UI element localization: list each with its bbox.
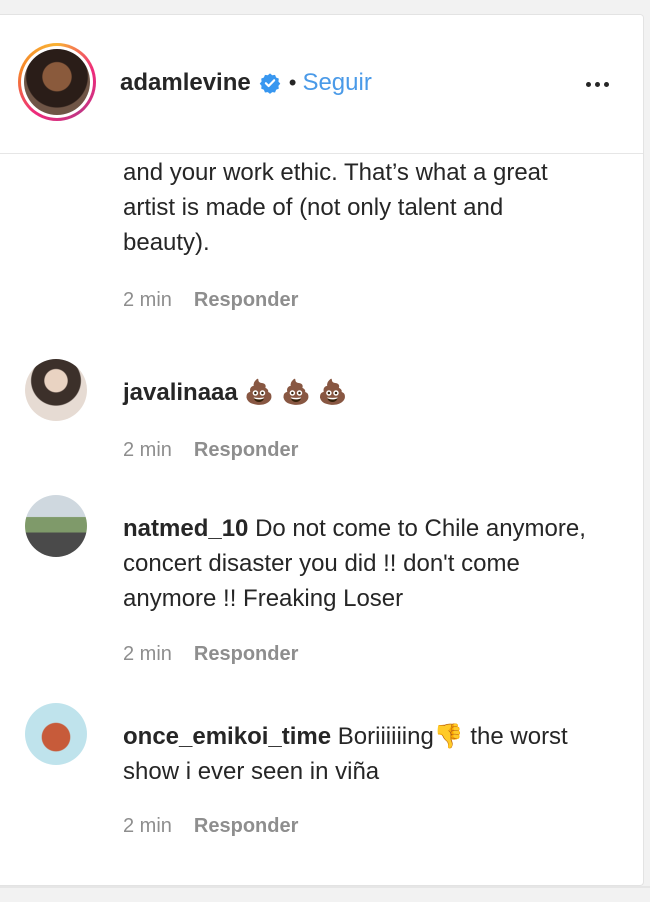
- avatar-photo: [24, 49, 90, 115]
- reply-button[interactable]: Responder: [194, 289, 298, 312]
- reply-button[interactable]: Responder: [194, 815, 298, 838]
- post-header: adamlevine • Seguir: [0, 15, 643, 154]
- panel-bottom-divider: [0, 886, 650, 888]
- commenter-avatar[interactable]: [25, 359, 87, 421]
- comment-time[interactable]: 2 min: [123, 643, 172, 666]
- comment-username[interactable]: once_emikoi_time: [123, 723, 331, 750]
- comment-meta: 2 min Responder: [123, 643, 298, 666]
- reply-button[interactable]: Responder: [194, 643, 298, 666]
- comment-meta: 2 min Responder: [123, 289, 298, 312]
- comment-meta: 2 min Responder: [123, 815, 298, 838]
- comment-text: javalinaaa 💩 💩 💩: [123, 379, 348, 406]
- comment-time[interactable]: 2 min: [123, 439, 172, 462]
- comment-text: once_emikoi_time Boriiiiiing👎 the worst …: [123, 723, 568, 785]
- comment-text: and your work ethic. That’s what a great…: [123, 159, 548, 256]
- comment-meta: 2 min Responder: [123, 439, 298, 462]
- commenter-avatar[interactable]: [25, 495, 87, 557]
- reply-button[interactable]: Responder: [194, 439, 298, 462]
- follow-button[interactable]: Seguir: [302, 69, 371, 97]
- header-user-row: adamlevine • Seguir: [120, 67, 372, 99]
- comment-username[interactable]: natmed_10: [123, 515, 248, 542]
- commenter-avatar[interactable]: [25, 703, 87, 765]
- header-separator: •: [288, 70, 297, 95]
- verified-badge-icon: [259, 73, 281, 94]
- comment-text: natmed_10 Do not come to Chile anymore, …: [123, 515, 586, 612]
- comment-time[interactable]: 2 min: [123, 289, 172, 312]
- comment-time[interactable]: 2 min: [123, 815, 172, 838]
- profile-avatar[interactable]: [18, 43, 96, 121]
- header-username[interactable]: adamlevine: [120, 69, 251, 97]
- comment-username[interactable]: javalinaaa: [123, 379, 238, 406]
- post-comments-panel: adamlevine • Seguir and your work ethic.…: [0, 14, 644, 886]
- more-options-icon[interactable]: [580, 70, 614, 98]
